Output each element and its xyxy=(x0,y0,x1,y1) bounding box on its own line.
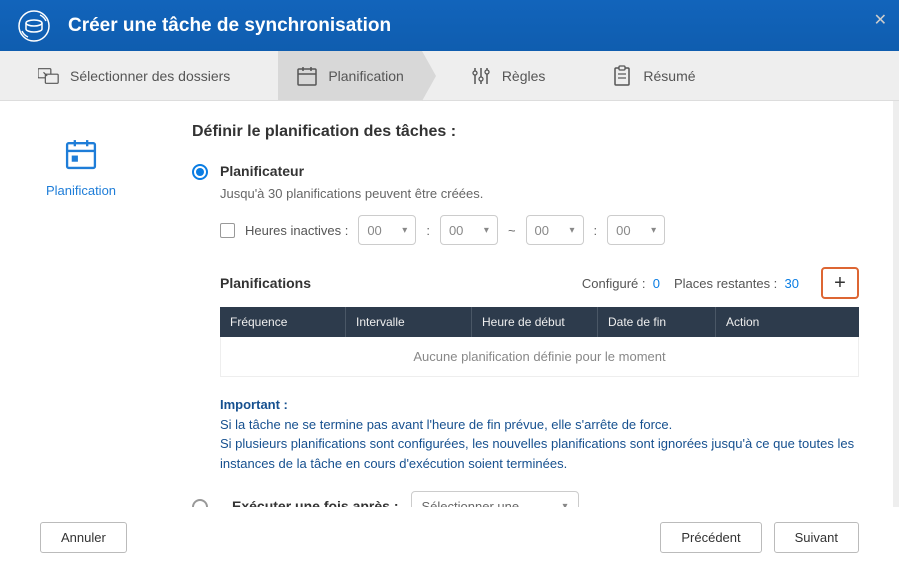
chevron-down-icon: ▾ xyxy=(570,225,575,236)
sliders-icon xyxy=(470,65,492,87)
planner-subtext: Jusqu'à 30 planifications peuvent être c… xyxy=(220,186,859,201)
radio-planner[interactable] xyxy=(192,164,208,180)
select-min-end[interactable]: 00▾ xyxy=(607,215,665,245)
tilde-sep: ~ xyxy=(508,223,516,238)
next-button[interactable]: Suivant xyxy=(774,522,859,553)
add-schedule-button[interactable]: + xyxy=(821,267,859,299)
execute-once-label: Exécuter une fois après : xyxy=(232,498,399,507)
main-content: Définir le planification des tâches : Pl… xyxy=(162,101,899,507)
col-start: Heure de début xyxy=(472,307,598,337)
step-schedule[interactable]: Planification xyxy=(278,51,422,100)
wizard-steps: Sélectionner des dossiers Planification … xyxy=(0,51,899,101)
table-header: Fréquence Intervalle Heure de début Date… xyxy=(220,307,859,337)
step-folders[interactable]: Sélectionner des dossiers xyxy=(20,51,248,100)
radio-execute-once[interactable] xyxy=(192,499,208,508)
col-end: Date de fin xyxy=(598,307,716,337)
table-empty-text: Aucune planification définie pour le mom… xyxy=(220,337,859,377)
important-line-2: Si plusieurs planifications sont configu… xyxy=(220,434,859,473)
chevron-down-icon: ▾ xyxy=(484,225,489,236)
select-hour-end[interactable]: 00▾ xyxy=(526,215,584,245)
sync-icon xyxy=(16,8,52,44)
step-rules[interactable]: Règles xyxy=(452,51,564,100)
select-min-start[interactable]: 00▾ xyxy=(440,215,498,245)
colon-sep: : xyxy=(426,223,430,238)
calendar-icon xyxy=(296,65,318,87)
planner-label: Planificateur xyxy=(220,163,304,179)
previous-button[interactable]: Précédent xyxy=(660,522,761,553)
important-line-1: Si la tâche ne se termine pas avant l'he… xyxy=(220,415,859,435)
col-frequency: Fréquence xyxy=(220,307,346,337)
section-title: Définir le planification des tâches : xyxy=(192,123,859,141)
chevron-down-icon: ▾ xyxy=(651,225,656,236)
step-label: Sélectionner des dossiers xyxy=(70,68,230,84)
folders-icon xyxy=(38,65,60,87)
configured-value: 0 xyxy=(653,276,660,291)
side-label: Planification xyxy=(0,183,162,198)
select-execute-trigger[interactable]: Sélectionner une …▾ xyxy=(411,491,579,507)
schedule-large-icon xyxy=(0,137,162,171)
col-action: Action xyxy=(716,307,859,337)
important-note: Important : Si la tâche ne se termine pa… xyxy=(220,395,859,473)
schedules-title: Planifications xyxy=(220,275,311,291)
dialog-footer: Annuler Précédent Suivant xyxy=(0,507,899,567)
remaining-value: 30 xyxy=(785,276,799,291)
col-interval: Intervalle xyxy=(346,307,472,337)
important-title: Important : xyxy=(220,395,859,415)
close-button[interactable]: ✕ xyxy=(874,10,887,30)
dialog-header: Créer une tâche de synchronisation ✕ xyxy=(0,0,899,51)
clipboard-icon xyxy=(611,65,633,87)
inactive-label: Heures inactives : xyxy=(245,223,348,238)
schedules-table: Fréquence Intervalle Heure de début Date… xyxy=(220,307,859,377)
colon-sep: : xyxy=(594,223,598,238)
configured-label: Configuré : xyxy=(582,276,646,291)
step-label: Résumé xyxy=(643,68,695,84)
dialog-title: Créer une tâche de synchronisation xyxy=(68,15,391,37)
chevron-down-icon: ▾ xyxy=(402,225,407,236)
step-summary[interactable]: Résumé xyxy=(593,51,713,100)
checkbox-inactive-hours[interactable] xyxy=(220,223,235,238)
step-label: Planification xyxy=(328,68,404,84)
cancel-button[interactable]: Annuler xyxy=(40,522,127,553)
select-hour-start[interactable]: 00▾ xyxy=(358,215,416,245)
remaining-label: Places restantes : xyxy=(674,276,777,291)
side-panel: Planification xyxy=(0,101,162,507)
step-label: Règles xyxy=(502,68,546,84)
